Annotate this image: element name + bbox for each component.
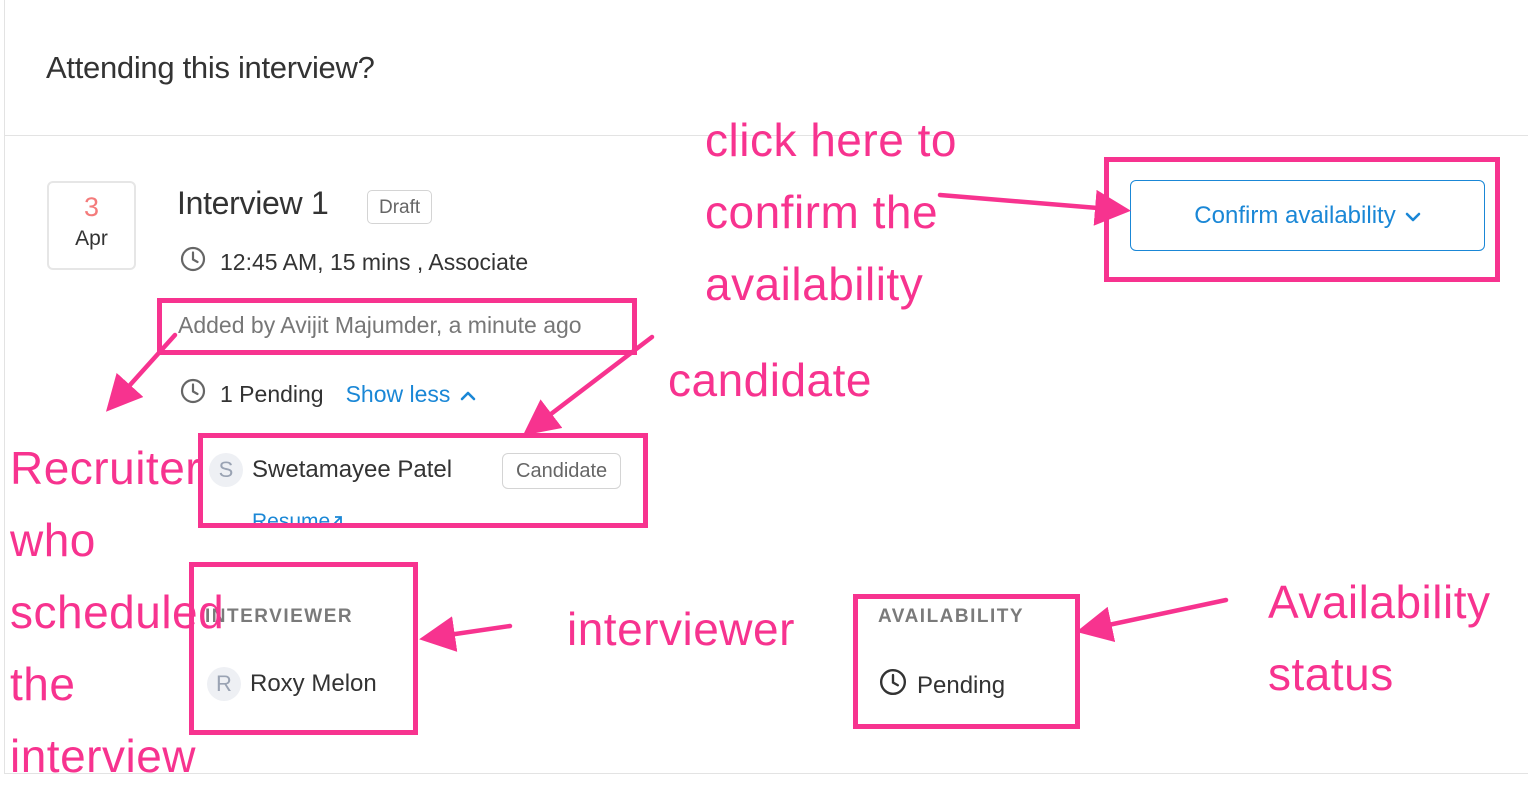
arrow-interviewer <box>419 616 513 652</box>
arrow-candidate <box>522 334 655 436</box>
arrow-recruiter <box>105 332 178 412</box>
arrow-confirm <box>937 189 1131 226</box>
arrow-availability <box>1076 597 1229 642</box>
annotation-arrows <box>105 189 1229 652</box>
